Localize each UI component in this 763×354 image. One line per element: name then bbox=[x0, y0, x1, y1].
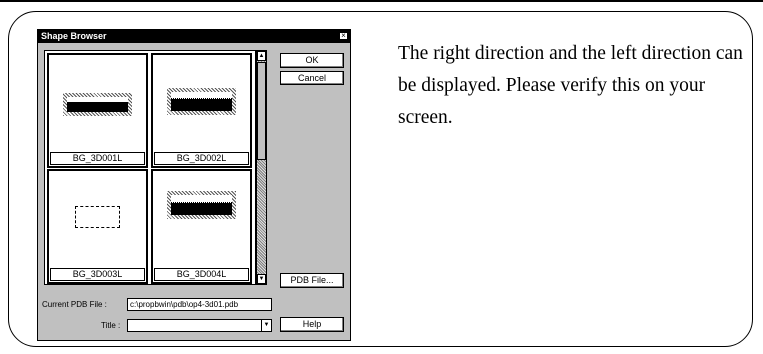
chevron-down-icon[interactable]: ▼ bbox=[261, 320, 271, 331]
tile-label: BG_3D001L bbox=[50, 152, 145, 165]
ok-button[interactable]: OK bbox=[280, 53, 344, 68]
current-pdb-field[interactable]: c:\propbwin\pdb\op4-3d01.pdb bbox=[127, 298, 272, 311]
scroll-down-icon[interactable]: ▼ bbox=[257, 274, 266, 284]
tile-label: BG_3D002L bbox=[154, 152, 249, 165]
help-button[interactable]: Help bbox=[280, 317, 344, 332]
bar-preview bbox=[63, 93, 132, 116]
tile-label: BG_3D003L bbox=[50, 268, 145, 281]
shape-browser-dialog: Shape Browser × BG_3D001L BG_3D002L BG_3… bbox=[37, 29, 351, 341]
bar-preview bbox=[167, 88, 236, 115]
description-text: The right direction and the left directi… bbox=[398, 43, 743, 128]
empty-preview bbox=[75, 206, 120, 228]
title-bar[interactable]: Shape Browser × bbox=[38, 30, 350, 43]
dialog-title: Shape Browser bbox=[41, 31, 107, 41]
cancel-button[interactable]: Cancel bbox=[280, 71, 344, 85]
tile-label: BG_3D004L bbox=[154, 268, 249, 281]
shape-tile-2[interactable]: BG_3D002L bbox=[151, 53, 252, 168]
shape-tile-3[interactable]: BG_3D003L bbox=[47, 169, 148, 284]
shape-grid: BG_3D001L BG_3D002L BG_3D003L BG_3D004L bbox=[44, 50, 256, 285]
vertical-scrollbar[interactable]: ▲ ▼ bbox=[256, 50, 267, 285]
shape-tile-4[interactable]: BG_3D004L bbox=[151, 169, 252, 284]
top-rule bbox=[0, 0, 763, 2]
bar-preview bbox=[167, 191, 236, 219]
current-pdb-label: Current PDB File : bbox=[42, 300, 107, 309]
pdb-file-button[interactable]: PDB File... bbox=[280, 273, 344, 288]
scroll-thumb[interactable] bbox=[257, 62, 266, 160]
title-select[interactable]: ▼ bbox=[127, 319, 272, 332]
title-label: Title : bbox=[101, 321, 121, 330]
close-icon[interactable]: × bbox=[339, 32, 348, 40]
shape-tile-1[interactable]: BG_3D001L bbox=[47, 53, 148, 168]
scroll-up-icon[interactable]: ▲ bbox=[257, 51, 266, 61]
